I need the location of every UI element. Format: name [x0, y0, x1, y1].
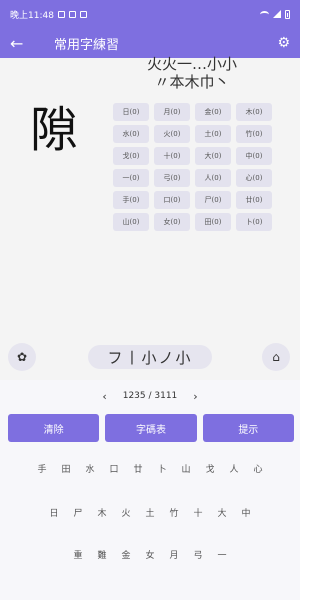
- gear-icon[interactable]: ⚙: [277, 35, 290, 51]
- key[interactable]: 廿: [126, 462, 150, 475]
- key[interactable]: 日: [42, 506, 66, 519]
- flower-icon: ✿: [16, 350, 28, 364]
- next-page-icon[interactable]: ›: [193, 390, 197, 403]
- key[interactable]: 木: [90, 506, 114, 519]
- status-time: 晚上11:48: [10, 10, 54, 21]
- key[interactable]: 手: [30, 462, 54, 475]
- key[interactable]: 竹: [162, 506, 186, 519]
- key[interactable]: 大: [210, 506, 234, 519]
- key[interactable]: 中: [234, 506, 258, 519]
- status-left: 晚上11:48: [10, 8, 87, 21]
- radical-cell[interactable]: 田(0): [195, 213, 231, 231]
- key[interactable]: 尸: [66, 506, 90, 519]
- radical-cell[interactable]: 木(0): [236, 103, 272, 121]
- key[interactable]: 火: [114, 506, 138, 519]
- key[interactable]: 山: [174, 462, 198, 475]
- signal-icon: [273, 10, 281, 18]
- key[interactable]: 心: [246, 462, 270, 475]
- prev-page-icon[interactable]: ‹: [102, 390, 106, 403]
- radical-cell[interactable]: 戈(0): [113, 147, 149, 165]
- radical-cell[interactable]: 十(0): [154, 147, 190, 165]
- key[interactable]: 人: [222, 462, 246, 475]
- key[interactable]: 卜: [150, 462, 174, 475]
- key[interactable]: 戈: [198, 462, 222, 475]
- key[interactable]: 弓: [186, 548, 210, 561]
- status-bar: 晚上11:48: [0, 0, 300, 28]
- key[interactable]: 十: [186, 506, 210, 519]
- status-right: [260, 9, 290, 19]
- radical-cell[interactable]: 弓(0): [154, 169, 190, 187]
- key[interactable]: 一: [210, 548, 234, 561]
- key[interactable]: 口: [102, 462, 126, 475]
- key-row-1: 手 田 水 口 廿 卜 山 戈 人 心: [0, 462, 300, 475]
- battery-icon: [285, 9, 290, 19]
- key[interactable]: 土: [138, 506, 162, 519]
- key[interactable]: 難: [90, 548, 114, 561]
- component-display: フ丨小ノ小: [88, 345, 212, 369]
- radical-cell[interactable]: 口(0): [154, 191, 190, 209]
- notification-icon: [57, 10, 65, 18]
- home-icon: ⌂: [272, 350, 280, 364]
- radical-cell[interactable]: 山(0): [113, 213, 149, 231]
- radical-cell[interactable]: 月(0): [154, 103, 190, 121]
- key[interactable]: 女: [138, 548, 162, 561]
- radical-cell[interactable]: 竹(0): [236, 125, 272, 143]
- action-buttons: 清除 字碼表 提示: [8, 414, 294, 442]
- page-indicator: 1235 / 3111: [122, 391, 178, 401]
- key[interactable]: 水: [78, 462, 102, 475]
- hint-button[interactable]: 提示: [202, 414, 294, 442]
- stroke-hint-line-2: 〃本木巾丶: [154, 73, 230, 91]
- radical-cell[interactable]: 金(0): [195, 103, 231, 121]
- home-button[interactable]: ⌂: [262, 343, 290, 371]
- keyboard-area: [0, 380, 300, 600]
- code-table-button[interactable]: 字碼表: [105, 414, 197, 442]
- radical-cell[interactable]: 手(0): [113, 191, 149, 209]
- notification-icon-2: [68, 10, 76, 18]
- stroke-hint-line-1: 火火一…小小: [146, 55, 237, 73]
- radical-cell[interactable]: 女(0): [154, 213, 190, 231]
- key-row-3: 重 難 金 女 月 弓 一: [0, 548, 300, 561]
- back-arrow-icon[interactable]: ←: [10, 34, 34, 53]
- pager: ‹ 1235 / 3111 ›: [0, 386, 300, 406]
- wifi-icon: [260, 10, 269, 18]
- radical-cell[interactable]: 中(0): [236, 147, 272, 165]
- radical-cell[interactable]: 大(0): [195, 147, 231, 165]
- app-bar: ← 常用字練習 ⚙: [0, 28, 300, 58]
- radical-grid: 日(0) 月(0) 金(0) 木(0) 水(0) 火(0) 土(0) 竹(0) …: [113, 103, 273, 231]
- radical-cell[interactable]: 火(0): [154, 125, 190, 143]
- stroke-hint: 火火一…小小 〃本木巾丶: [112, 55, 272, 91]
- key[interactable]: 田: [54, 462, 78, 475]
- key[interactable]: 月: [162, 548, 186, 561]
- page-title: 常用字練習: [54, 37, 120, 53]
- radical-cell[interactable]: 日(0): [113, 103, 149, 121]
- radical-cell[interactable]: 卜(0): [236, 213, 272, 231]
- radical-cell[interactable]: 水(0): [113, 125, 149, 143]
- radical-cell[interactable]: 土(0): [195, 125, 231, 143]
- radical-cell[interactable]: 心(0): [236, 169, 272, 187]
- radical-cell[interactable]: 廿(0): [236, 191, 272, 209]
- clear-button[interactable]: 清除: [8, 414, 100, 442]
- flower-button[interactable]: ✿: [8, 343, 36, 371]
- key[interactable]: 金: [114, 548, 138, 561]
- key[interactable]: 重: [66, 548, 90, 561]
- radical-cell[interactable]: 人(0): [195, 169, 231, 187]
- target-character: 隙: [30, 102, 79, 158]
- radical-cell[interactable]: 一(0): [113, 169, 149, 187]
- radical-cell[interactable]: 尸(0): [195, 191, 231, 209]
- key-row-2: 日 尸 木 火 土 竹 十 大 中: [0, 506, 300, 519]
- notification-icon-3: [79, 10, 87, 18]
